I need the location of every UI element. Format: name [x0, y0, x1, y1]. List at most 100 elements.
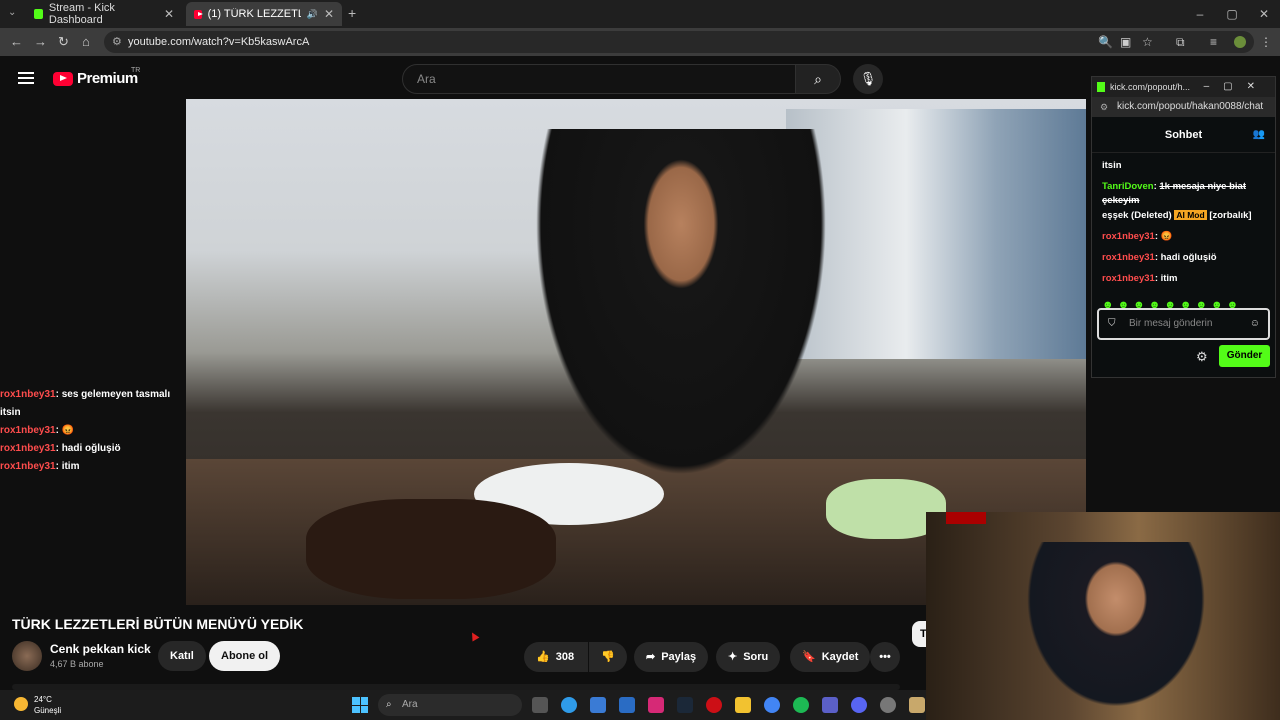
send-button[interactable]: Gönder	[1219, 345, 1270, 367]
mail-icon[interactable]	[619, 697, 635, 713]
save-label: Kaydet	[821, 651, 859, 663]
more-actions-button[interactable]: •••	[870, 642, 900, 672]
ask-button[interactable]: ✦ Soru	[716, 642, 781, 672]
chrome-icon[interactable]	[764, 697, 780, 713]
popup-window-title: kick.com/popout/h...	[1110, 82, 1191, 92]
chat-username[interactable]: rox1nbey31	[1102, 231, 1155, 242]
chat-text: : hadi oğluşiö	[55, 443, 121, 454]
subscribe-button[interactable]: Abone ol	[209, 641, 281, 671]
save-button[interactable]: 🔖 Kaydet	[790, 642, 871, 672]
profile-avatar[interactable]	[1234, 36, 1246, 48]
users-icon[interactable]: 👥	[1253, 117, 1265, 153]
ai-mod-badge: AI Mod	[1174, 210, 1207, 220]
channel-avatar[interactable]	[12, 641, 42, 671]
app-icon[interactable]	[909, 697, 925, 713]
subscriber-count: 4,67 B abone	[50, 659, 104, 669]
address-bar-row: ← → ↻ ⌂ ⚙ youtube.com/watch?v=Kb5kaswArc…	[0, 28, 1280, 56]
chat-message: TanriDoven: 1k mesaja niye biat çekeyim …	[1102, 181, 1252, 221]
dislike-button[interactable]: 👎	[589, 642, 627, 672]
steam-icon[interactable]	[677, 697, 693, 713]
opera-icon[interactable]	[706, 697, 722, 713]
webcam-streamer	[1026, 542, 1226, 720]
chat-text: : itim	[55, 461, 80, 472]
window-controls: – ▢ ✕	[1184, 0, 1280, 28]
teams-icon[interactable]	[822, 697, 838, 713]
thumbs-up-icon: 👍	[536, 651, 550, 663]
chat-text: : 😡	[1154, 231, 1173, 242]
popup-url-bar: ⚙ kick.com/popout/hakan0088/chat	[1092, 97, 1275, 117]
home-icon[interactable]: ⌂	[82, 34, 90, 49]
file-explorer-icon[interactable]	[735, 697, 751, 713]
taskbar-search-input[interactable]: ⌕ Ara	[378, 694, 522, 716]
extensions-icon[interactable]: ⧉	[1176, 35, 1185, 50]
popup-titlebar: kick.com/popout/h... –▢✕	[1092, 77, 1275, 97]
chat-deleted-note: eşşek (Deleted)	[1102, 210, 1172, 221]
voice-search-button[interactable]: 🎙	[853, 64, 883, 94]
edge-icon[interactable]	[561, 697, 577, 713]
chat-username[interactable]: rox1nbey31	[1102, 273, 1155, 284]
site-info-icon[interactable]: ⚙	[112, 31, 122, 53]
chat-text: : 😡	[55, 425, 75, 436]
kick-favicon-icon	[34, 9, 43, 19]
tab-search-icon[interactable]: ⌄	[8, 7, 16, 18]
taskbar: 24°C Güneşli ⌕ Ara	[0, 690, 926, 720]
spotify-icon[interactable]	[793, 697, 809, 713]
reload-icon[interactable]: ↻	[58, 34, 69, 50]
share-icon: ➦	[646, 651, 656, 663]
chat-username[interactable]: TanriDoven	[1102, 181, 1154, 192]
thumbs-down-icon: 👎	[601, 651, 615, 663]
discord-icon[interactable]	[851, 697, 867, 713]
chat-text: itsin	[1102, 160, 1122, 171]
close-icon[interactable]: ✕	[164, 7, 174, 21]
obs-icon[interactable]	[880, 697, 896, 713]
share-button[interactable]: ➦ Paylaş	[634, 642, 709, 672]
cast-icon[interactable]: ▣	[1120, 35, 1131, 49]
video-title: TÜRK LEZZETLERİ BÜTÜN MENÜYÜ YEDİK	[12, 616, 304, 632]
chat-username: rox1nbey31	[0, 443, 56, 454]
emoji-picker-icon[interactable]: ☺	[1250, 310, 1260, 338]
kick-chat-popup: kick.com/popout/h... –▢✕ ⚙ kick.com/popo…	[1091, 76, 1276, 378]
search-input[interactable]: Ara	[402, 64, 796, 94]
task-view-icon[interactable]	[532, 697, 548, 713]
windows-start-icon[interactable]	[352, 697, 368, 713]
url-field[interactable]: ⚙ youtube.com/watch?v=Kb5kaswArcA	[104, 31, 1254, 53]
forward-icon[interactable]: →	[34, 34, 47, 49]
site-info-icon[interactable]: ⚙	[1100, 97, 1108, 117]
maximize-icon[interactable]: ▢	[1216, 0, 1248, 28]
menu-dots-icon[interactable]: ⋮	[1260, 35, 1272, 49]
chat-username[interactable]: rox1nbey31	[1102, 252, 1155, 263]
like-button[interactable]: 👍 308	[524, 642, 588, 672]
tab-youtube-video[interactable]: (1) TÜRK LEZZETLERİ BÜTÜ 🔊 ✕	[186, 2, 342, 26]
back-icon[interactable]: ←	[10, 34, 23, 49]
chat-settings-icon[interactable]: ⚙	[1196, 349, 1208, 365]
youtube-logo[interactable]: Premium TR	[53, 67, 140, 87]
stream-chat-overlay: rox1nbey31: ses gelemeyen tasmalı itsin …	[0, 386, 190, 476]
chat-message-input[interactable]: ⛉ Bir mesaj gönderin ☺	[1097, 308, 1270, 340]
tab-kick-dashboard[interactable]: Stream - Kick Dashboard ✕	[26, 2, 182, 26]
close-icon[interactable]: ✕	[324, 7, 334, 21]
moderation-tag: [zorbalık]	[1209, 210, 1252, 221]
store-icon[interactable]	[590, 697, 606, 713]
zoom-icon[interactable]: 🔍	[1098, 35, 1113, 49]
bookmark-star-icon[interactable]: ☆	[1142, 35, 1153, 49]
weather-temp: 24°C	[34, 695, 52, 704]
reading-list-icon[interactable]: ≡	[1210, 35, 1217, 49]
popup-window-controls[interactable]: –▢✕	[1204, 77, 1269, 97]
channel-name[interactable]: Cenk pekkan kick	[50, 642, 151, 656]
close-window-icon[interactable]: ✕	[1248, 0, 1280, 28]
search-icon: ⌕	[386, 699, 392, 710]
new-tab-icon[interactable]: +	[348, 5, 356, 21]
minimize-icon[interactable]: –	[1184, 0, 1216, 28]
hamburger-menu-icon[interactable]	[18, 72, 34, 84]
join-button[interactable]: Katıl	[158, 641, 206, 671]
speaker-icon[interactable]: 🔊	[307, 9, 318, 20]
sun-icon	[14, 697, 28, 711]
url-text: youtube.com/watch?v=Kb5kaswArcA	[128, 36, 310, 48]
instagram-icon[interactable]	[648, 697, 664, 713]
webcam-overlay	[926, 512, 1280, 720]
chat-text: : itim	[1154, 273, 1178, 284]
chat-message-list: itsin TanriDoven: 1k mesaja niye biat çe…	[1092, 153, 1275, 299]
chat-username: rox1nbey31	[0, 461, 56, 472]
search-button[interactable]: ⌕	[795, 64, 841, 94]
youtube-play-icon	[53, 71, 73, 86]
